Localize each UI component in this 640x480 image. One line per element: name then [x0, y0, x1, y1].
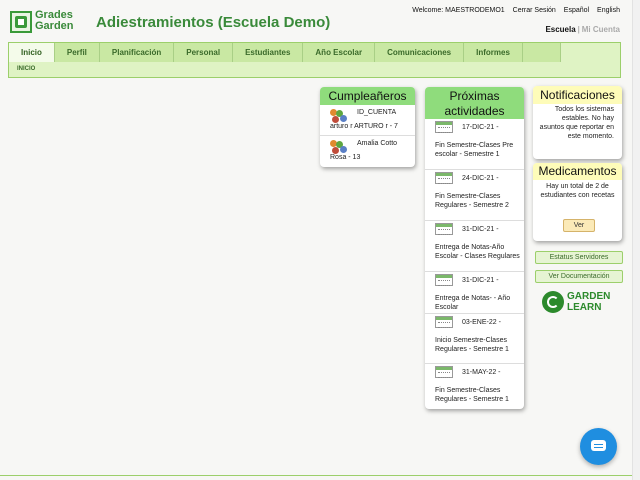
tab-inicio[interactable]: Inicio	[9, 43, 55, 62]
page-title: Adiestramientos (Escuela Demo)	[96, 14, 331, 31]
lang-en-link[interactable]: English	[597, 7, 620, 14]
people-icon	[330, 140, 348, 154]
activities-title-line2: actividades	[444, 104, 505, 118]
birthday-detail: arturo r ARTURO r - 7	[330, 123, 398, 130]
activity-desc: Inicio Semestre-Clases Regulares - Semes…	[435, 337, 509, 353]
activity-date: 31-DIC-21 -	[462, 277, 499, 284]
logout-link[interactable]: Cerrar Sesión	[513, 7, 556, 14]
activities-panel: Próximas actividades 17-DIC-21 - Fin Sem…	[425, 87, 524, 409]
birthday-name: ID_CUENTA	[357, 109, 397, 116]
people-icon	[330, 109, 348, 123]
tab-estudiantes[interactable]: Estudiantes	[233, 43, 304, 62]
garden-learn-icon	[542, 291, 564, 313]
activity-desc: Entrega de Notas-Año Escolar - Clases Re…	[435, 244, 520, 260]
chat-button[interactable]	[580, 428, 617, 465]
garden-learn-logo[interactable]: GARDEN LEARN	[542, 288, 620, 318]
notifications-panel: Notificaciones Todos los sistemas establ…	[533, 86, 622, 159]
my-account-link[interactable]: Mi Cuenta	[582, 25, 620, 34]
list-item[interactable]: 31-MAY-22 - Fin Semestre-Clases Regulare…	[425, 364, 524, 409]
calendar-icon	[435, 121, 453, 133]
list-item[interactable]: Amalia Cotto Rosa - 13	[320, 136, 415, 166]
nav-tabs: Inicio Perfil Planificación Personal Est…	[9, 43, 561, 62]
activity-date: 17-DIC-21 -	[462, 124, 499, 131]
activity-date: 03-ENE-22 -	[462, 319, 501, 326]
tab-personal[interactable]: Personal	[174, 43, 234, 62]
activity-desc: Fin Semestre-Clases Regulares - Semestre…	[435, 193, 509, 209]
birthday-name: Amalia Cotto	[357, 140, 398, 147]
tab-planificacion[interactable]: Planificación	[99, 43, 175, 62]
activity-desc: Fin Semestre-Clases Pre escolar - Semest…	[435, 142, 514, 158]
list-item[interactable]: 03-ENE-22 - Inicio Semestre-Clases Regul…	[425, 314, 524, 364]
tab-perfil[interactable]: Perfil	[54, 43, 100, 62]
logo-mark-icon	[10, 11, 32, 33]
documentation-button[interactable]: Ver Documentación	[535, 270, 623, 283]
list-item[interactable]: 17-DIC-21 - Fin Semestre-Clases Pre esco…	[425, 119, 524, 170]
notifications-title: Notificaciones	[533, 86, 622, 104]
account-switch: Escuela | Mi Cuenta	[545, 25, 620, 34]
vertical-scrollbar[interactable]	[632, 0, 640, 480]
activity-desc: Fin Semestre-Clases Regulares - Semestre…	[435, 387, 509, 403]
list-item[interactable]: 24-DIC-21 - Fin Semestre-Clases Regulare…	[425, 170, 524, 221]
chat-bubble-icon	[591, 440, 606, 451]
activity-date: 24-DIC-21 -	[462, 175, 499, 182]
medications-title: Medicamentos	[533, 163, 622, 180]
view-medications-button[interactable]: Ver	[563, 219, 595, 232]
activity-date: 31-DIC-21 -	[462, 226, 499, 233]
tab-informes[interactable]: Informes	[464, 43, 523, 62]
birthdays-title: Cumpleañeros	[320, 87, 415, 105]
grades-garden-logo[interactable]: Grades Garden	[10, 10, 82, 34]
activities-title-line1: Próximas	[449, 89, 500, 103]
logo-text: Grades Garden	[35, 9, 74, 32]
garden-learn-text: GARDEN LEARN	[567, 291, 611, 313]
list-item[interactable]: 31-DIC-21 - Entrega de Notas- - Año Esco…	[425, 272, 524, 314]
tab-ano-escolar[interactable]: Año Escolar	[303, 43, 376, 62]
main-nav: Inicio Perfil Planificación Personal Est…	[8, 42, 621, 78]
tab-empty[interactable]	[522, 43, 561, 62]
medications-text: Hay un total de 2 de estudiantes con rec…	[540, 183, 615, 199]
calendar-icon	[435, 172, 453, 184]
school-link[interactable]: Escuela	[545, 25, 575, 34]
lang-es-link[interactable]: Español	[564, 7, 589, 14]
top-links: Welcome: MAESTRODEMO1 Cerrar Sesión Espa…	[412, 7, 620, 14]
activities-title: Próximas actividades	[425, 87, 524, 119]
notifications-text: Todos los sistemas estables. No hay asun…	[539, 106, 614, 140]
list-item[interactable]: 31-DIC-21 - Entrega de Notas-Año Escolar…	[425, 221, 524, 272]
activity-desc: Entrega de Notas- - Año Escolar	[435, 295, 511, 311]
breadcrumb: INICIO	[17, 66, 36, 72]
calendar-icon	[435, 316, 453, 328]
footer-divider	[0, 475, 640, 476]
birthday-detail: Rosa - 13	[330, 154, 361, 161]
birthdays-panel: Cumpleañeros ID_CUENTA arturo r ARTURO r…	[320, 87, 415, 167]
tab-comunicaciones[interactable]: Comunicaciones	[375, 43, 465, 62]
account-separator: |	[577, 25, 580, 34]
calendar-icon	[435, 223, 453, 235]
welcome-text: Welcome: MAESTRODEMO1	[412, 7, 505, 14]
calendar-icon	[435, 366, 453, 378]
server-status-button[interactable]: Estatus Servidores	[535, 251, 623, 264]
activity-date: 31-MAY-22 -	[462, 369, 501, 376]
calendar-icon	[435, 274, 453, 286]
medications-panel: Medicamentos Hay un total de 2 de estudi…	[533, 163, 622, 241]
list-item[interactable]: ID_CUENTA arturo r ARTURO r - 7	[320, 105, 415, 136]
